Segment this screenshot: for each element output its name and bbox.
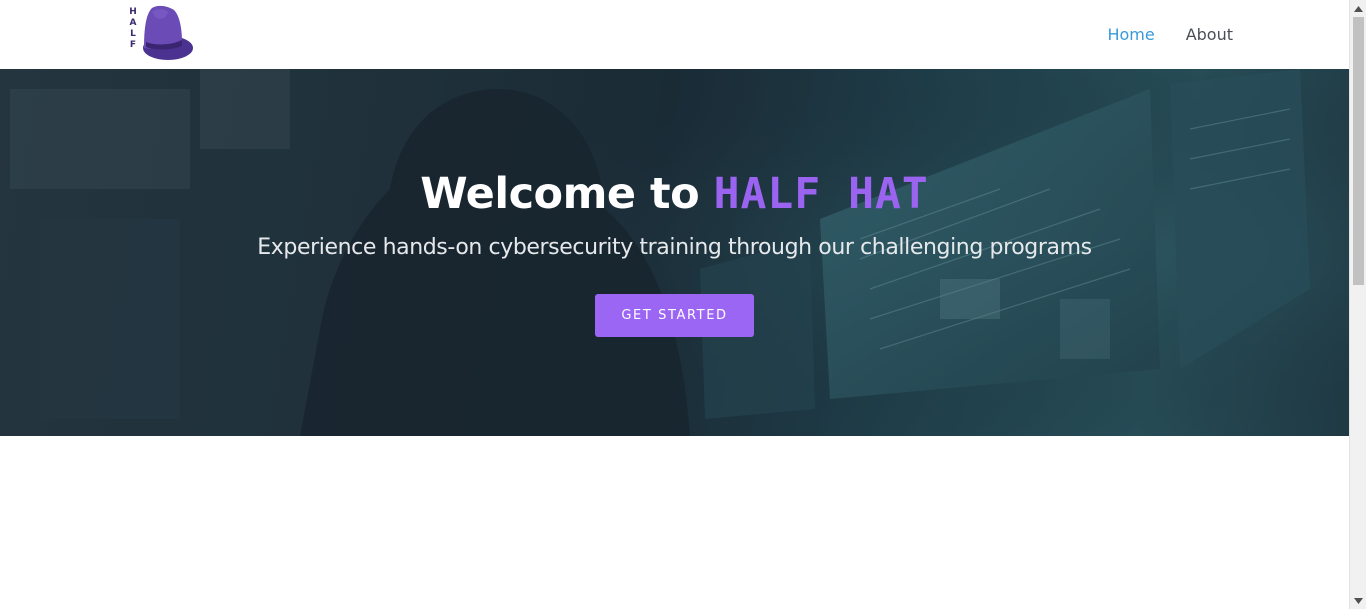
scroll-down-arrow[interactable] bbox=[1350, 592, 1366, 609]
arrow-up-icon bbox=[1354, 5, 1363, 12]
arrow-down-icon bbox=[1354, 597, 1363, 604]
page: H A L F Home About Welcome to HALF HAT E… bbox=[0, 0, 1349, 609]
vertical-scrollbar[interactable] bbox=[1349, 0, 1366, 609]
fedora-hat-icon bbox=[143, 5, 193, 60]
logo-letter: A bbox=[129, 18, 137, 28]
logo-letters: H A L F bbox=[128, 7, 138, 51]
logo-letter: H bbox=[129, 7, 137, 17]
main-nav: Home About bbox=[1107, 0, 1233, 69]
scroll-up-arrow[interactable] bbox=[1350, 0, 1366, 17]
nav-link-about[interactable]: About bbox=[1186, 25, 1233, 44]
nav-link-home[interactable]: Home bbox=[1107, 25, 1154, 44]
logo[interactable]: H A L F bbox=[126, 4, 194, 62]
hero-title-prefix: Welcome to bbox=[420, 169, 700, 219]
hero-title-brand: HALF HAT bbox=[713, 169, 929, 219]
get-started-button[interactable]: GET STARTED bbox=[595, 294, 754, 337]
hero-section: Welcome to HALF HAT Experience hands-on … bbox=[0, 69, 1349, 436]
hero-title: Welcome to HALF HAT bbox=[0, 167, 1349, 221]
hero-content: Welcome to HALF HAT Experience hands-on … bbox=[0, 69, 1349, 436]
scrollbar-thumb[interactable] bbox=[1353, 17, 1364, 285]
site-header: H A L F Home About bbox=[0, 0, 1349, 69]
hero-subtitle: Experience hands-on cybersecurity traini… bbox=[257, 235, 1092, 260]
logo-letter: F bbox=[129, 40, 137, 50]
logo-letter: L bbox=[130, 29, 136, 39]
